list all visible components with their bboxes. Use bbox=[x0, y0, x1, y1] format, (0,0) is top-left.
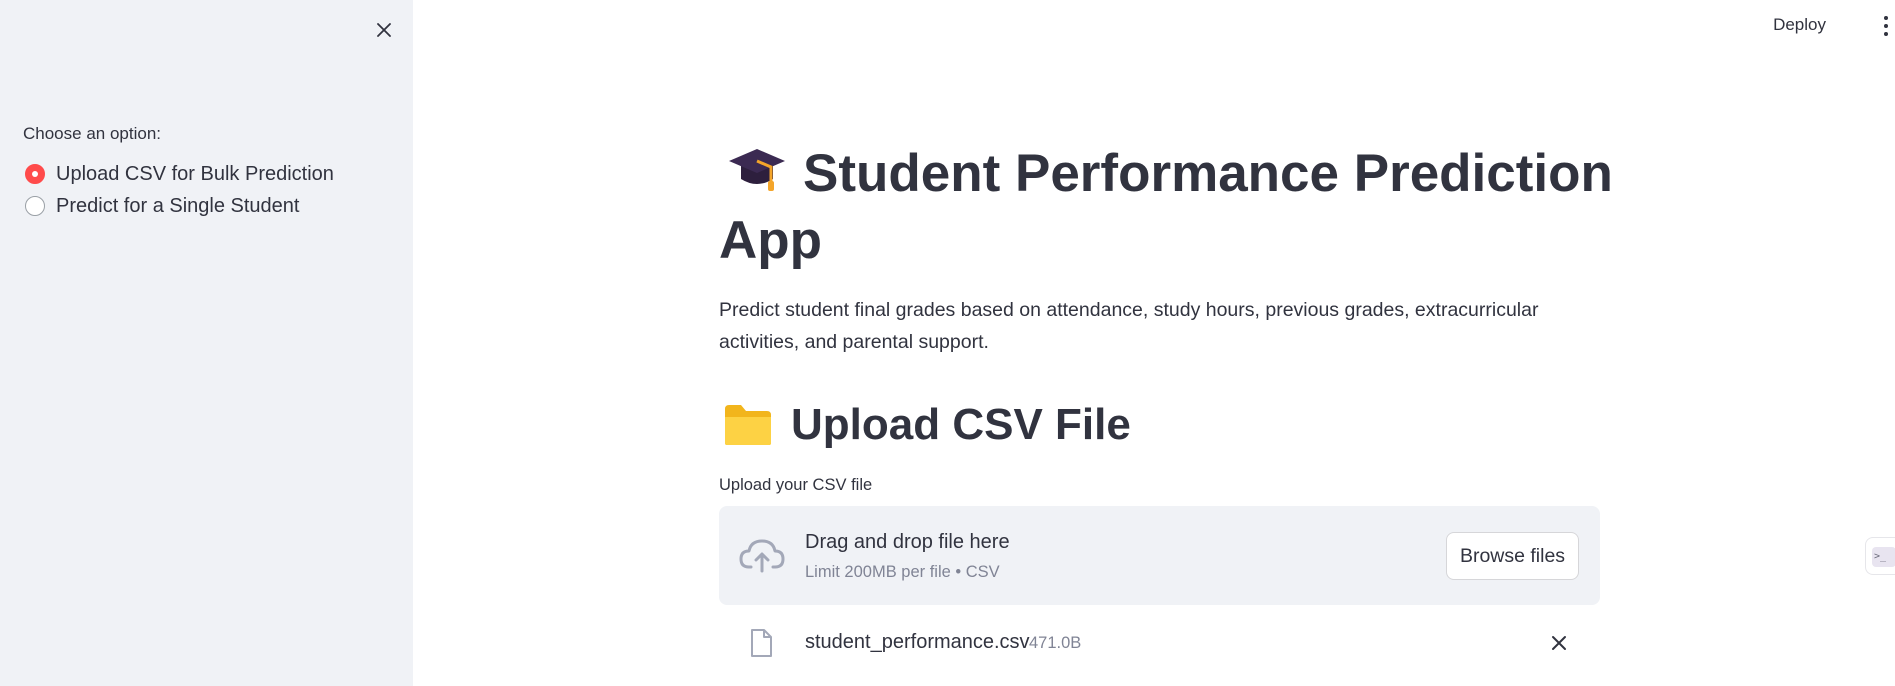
uploaded-file-size: 471.0B bbox=[1029, 634, 1082, 652]
file-dropzone[interactable]: Drag and drop file here Limit 200MB per … bbox=[719, 506, 1600, 605]
upload-section-title: Upload CSV File bbox=[791, 400, 1131, 449]
main-menu-button[interactable] bbox=[1879, 14, 1893, 38]
side-panel-tab[interactable]: >_ bbox=[1865, 537, 1895, 575]
sidebar-close-button[interactable] bbox=[370, 16, 398, 44]
browse-files-button[interactable]: Browse files bbox=[1446, 532, 1579, 580]
dropzone-limit-text: Limit 200MB per file • CSV bbox=[805, 563, 1000, 581]
uploaded-file-row: student_performance.csv 471.0B bbox=[719, 622, 1600, 662]
folder-icon bbox=[725, 405, 771, 445]
dropzone-title: Drag and drop file here bbox=[805, 531, 1010, 553]
uploaded-file-name: student_performance.csv bbox=[805, 631, 1030, 653]
radio-option-label: Predict for a Single Student bbox=[56, 194, 300, 217]
close-icon bbox=[377, 23, 391, 37]
radio-option-bulk-prediction[interactable]: Upload CSV for Bulk Prediction bbox=[25, 158, 334, 190]
option-radio-group: Upload CSV for Bulk Prediction Predict f… bbox=[25, 158, 334, 222]
deploy-button[interactable]: Deploy bbox=[1773, 15, 1826, 35]
terminal-icon: >_ bbox=[1872, 547, 1895, 567]
graduation-cap-icon bbox=[729, 149, 785, 191]
radio-button-unchecked[interactable] bbox=[25, 196, 45, 216]
vertical-ellipsis-icon bbox=[1884, 16, 1888, 20]
radio-option-label: Upload CSV for Bulk Prediction bbox=[56, 162, 334, 185]
radio-option-single-student[interactable]: Predict for a Single Student bbox=[25, 190, 334, 222]
file-icon bbox=[751, 629, 772, 657]
top-toolbar: Deploy bbox=[1595, 0, 1895, 52]
radio-group-label: Choose an option: bbox=[23, 124, 161, 143]
cloud-upload-icon bbox=[739, 539, 785, 573]
remove-file-button[interactable] bbox=[1548, 632, 1570, 654]
close-icon bbox=[1552, 636, 1566, 650]
radio-button-checked[interactable] bbox=[25, 164, 45, 184]
page-title-text: Student Performance Prediction App bbox=[719, 144, 1613, 270]
file-uploader-label: Upload your CSV file bbox=[719, 476, 873, 494]
ellipsis-dot bbox=[1884, 24, 1888, 28]
app-description: Predict student final grades based on at… bbox=[719, 299, 1539, 353]
upload-section-header: Upload CSV File bbox=[723, 395, 1131, 455]
sidebar: Choose an option: Upload CSV for Bulk Pr… bbox=[0, 0, 413, 686]
ellipsis-dot bbox=[1884, 32, 1888, 36]
page-title: Student Performance Prediction App bbox=[719, 140, 1619, 274]
